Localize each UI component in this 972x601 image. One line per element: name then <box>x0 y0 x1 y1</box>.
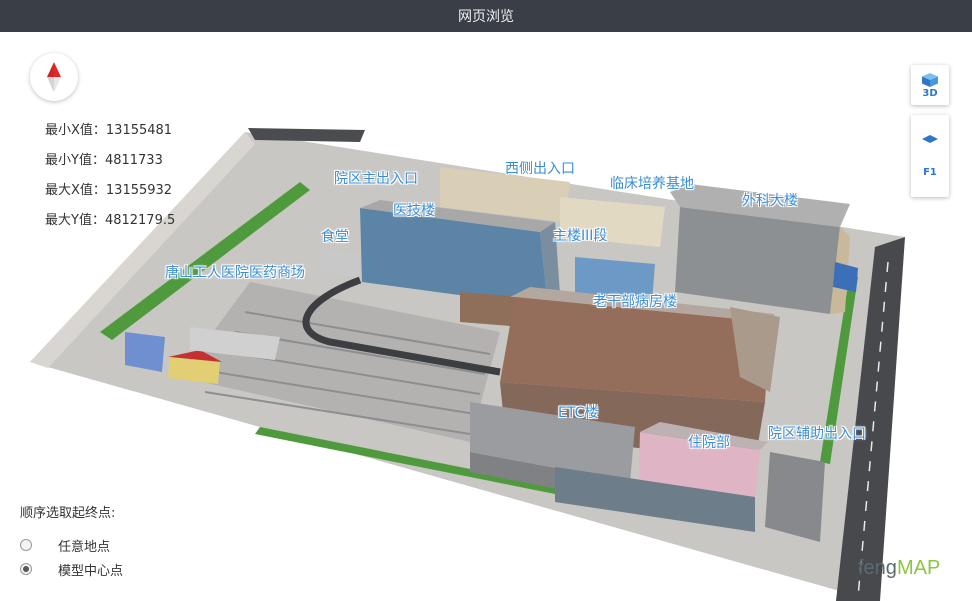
min-y-value: 最小Y值：4811733 <box>45 153 163 168</box>
label-main-building-3: 主楼III段 <box>553 228 608 244</box>
max-x-value: 最大X值：13155932 <box>45 183 173 198</box>
floor-control[interactable]: F1 <box>911 115 949 197</box>
label-cadre-ward: 老干部病房楼 <box>593 294 677 310</box>
option-model-center[interactable]: 模型中心点 <box>20 557 123 581</box>
map-viewport[interactable]: 最小X值：13155481 最小Y值：4811733 最大X值：13155932… <box>0 32 972 601</box>
option-any-point[interactable]: 任意地点 <box>20 533 123 557</box>
option-model-center-label: 模型中心点 <box>58 563 124 579</box>
floor-layer-icon[interactable] <box>921 134 939 144</box>
label-medtech: 医技楼 <box>393 203 435 219</box>
label-aux-entrance: 院区辅助出入口 <box>768 426 866 442</box>
pharmacy-building <box>125 332 165 372</box>
logo-suffix: MAP <box>896 557 941 579</box>
compass-icon <box>47 62 61 92</box>
cube-3d-icon <box>922 72 938 87</box>
window-title: 网页浏览 <box>458 9 514 25</box>
min-x-value: 最小X值：13155481 <box>45 123 173 138</box>
compass-button[interactable] <box>30 53 78 101</box>
radio-any-point[interactable] <box>20 539 32 551</box>
map-bounds-panel: 最小X值：13155481 最小Y值：4811733 最大X值：13155932… <box>45 122 175 242</box>
radio-model-center[interactable] <box>20 563 32 575</box>
label-pharmacy: 唐山工人医院医药商场 <box>165 265 305 281</box>
view-3d-label: 3D <box>922 87 938 99</box>
east-shed-building <box>765 452 825 542</box>
label-main-entrance: 院区主出入口 <box>334 171 418 187</box>
label-surgery: 外科大楼 <box>742 193 798 209</box>
campus-3d-map[interactable] <box>0 32 972 601</box>
label-clinical-base: 临床培养基地 <box>610 176 694 192</box>
logo-prefix: feng <box>858 557 897 579</box>
label-inpatient: 住院部 <box>688 435 730 451</box>
route-select-panel: 顺序选取起终点: 任意地点 模型中心点 <box>20 502 123 581</box>
floor-f1-button[interactable]: F1 <box>923 167 937 178</box>
view-3d-button[interactable]: 3D <box>911 65 949 105</box>
label-canteen: 食堂 <box>321 229 349 245</box>
road-north <box>248 128 365 142</box>
max-y-value: 最大Y值：4812179.5 <box>45 213 176 228</box>
route-heading: 顺序选取起终点: <box>20 506 116 521</box>
option-any-point-label: 任意地点 <box>58 539 111 555</box>
fengmap-logo: fengMAP <box>858 557 940 580</box>
window-titlebar: 网页浏览 <box>0 0 972 32</box>
label-etc: ETC楼 <box>558 405 599 421</box>
label-west-entrance: 西侧出入口 <box>505 161 575 177</box>
